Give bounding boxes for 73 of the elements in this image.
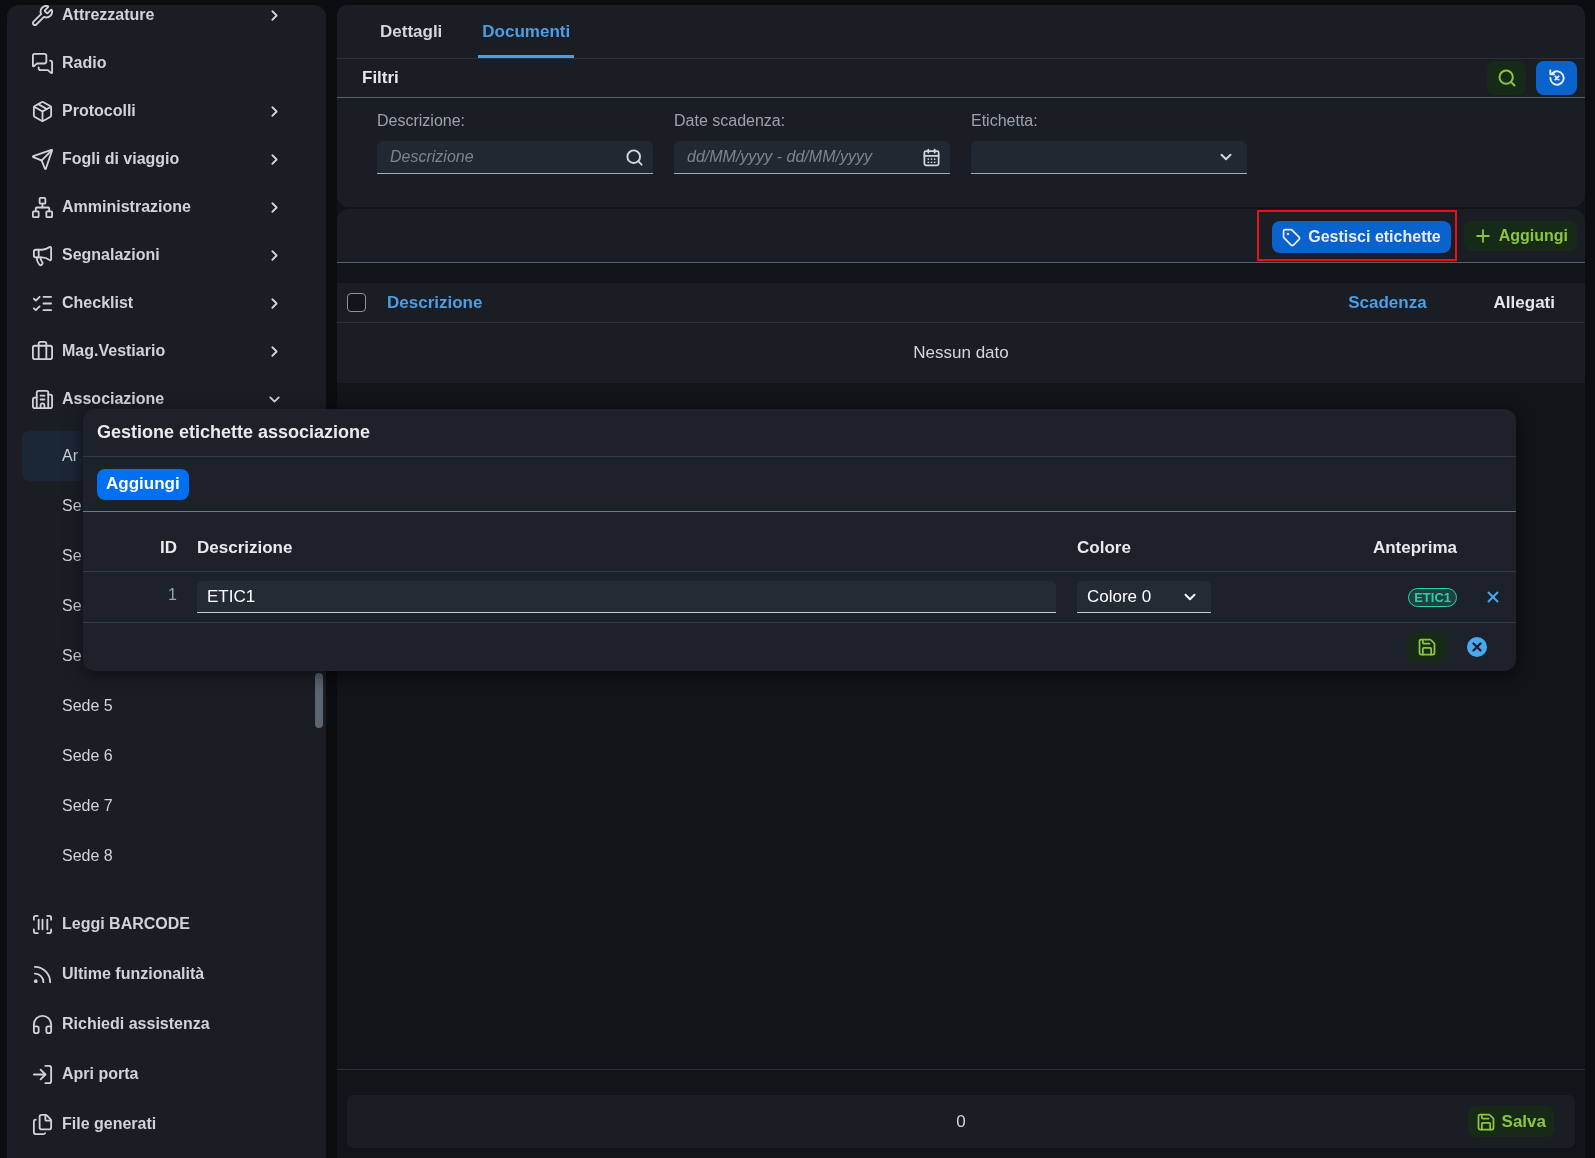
sidebar-item[interactable]: Mag.Vestiario (7, 327, 326, 375)
add-button[interactable]: Aggiungi (1463, 220, 1577, 251)
filters-title: Filtri (362, 67, 399, 90)
building-icon (31, 387, 54, 411)
search-icon (1496, 68, 1517, 88)
sidebar-item[interactable]: Checklist (7, 279, 326, 327)
sidebar-item[interactable]: File generati (7, 1099, 326, 1149)
hierarchy-icon (31, 195, 54, 219)
package-icon (31, 99, 54, 123)
search-field[interactable]: Descrizione (377, 141, 653, 174)
search-button[interactable] (1487, 61, 1526, 95)
column-header: Allegati (1493, 291, 1555, 314)
reset-icon (1546, 68, 1567, 88)
sidebar-item[interactable]: Leggi BARCODE (7, 899, 326, 949)
cancel-icon[interactable] (1467, 637, 1487, 657)
count-label: 0 (956, 1110, 966, 1133)
sidebar-subitem[interactable]: Se (22, 581, 83, 631)
manage-labels-button[interactable]: Gestisci etichette (1272, 221, 1451, 253)
sidebar-subitem[interactable]: Se (22, 531, 83, 581)
scrollbar-thumb[interactable] (315, 673, 323, 728)
reset-button[interactable] (1536, 61, 1577, 95)
column-header[interactable]: Descrizione (387, 289, 483, 316)
sidebar-item[interactable]: Segnalazioni (7, 231, 326, 279)
checkbox[interactable] (347, 293, 366, 312)
megaphone-icon (31, 243, 54, 267)
sidebar-item[interactable]: Associazione (7, 375, 326, 423)
sidebar-item[interactable]: Attrezzature (7, 5, 326, 39)
sidebar-item[interactable]: Ultime funzionalità (7, 949, 326, 999)
column-header: ID (159, 536, 177, 559)
tag-preview: ETIC1 (1408, 587, 1457, 607)
calendar-icon (922, 148, 941, 167)
sidebar-item[interactable]: Protocolli (7, 87, 326, 135)
field-label: Descrizione: (377, 111, 467, 131)
description-input[interactable]: ETIC1 (197, 581, 1056, 613)
column-header: Descrizione (197, 536, 294, 559)
tab[interactable]: Dettagli (376, 5, 447, 58)
headset-icon (31, 1012, 54, 1036)
sidebar-item[interactable]: Fogli di viaggio (7, 135, 326, 183)
sidebar-subitem[interactable]: Sede 5 (22, 681, 113, 731)
chat-bubbles-icon (31, 51, 54, 75)
empty-message: Nessun dato (913, 342, 1009, 365)
wrench-icon (31, 5, 54, 27)
add-button[interactable]: Aggiungi (97, 468, 189, 500)
tag-icon (1282, 227, 1302, 247)
sidebar-subitem[interactable]: Se (22, 481, 83, 531)
label-select[interactable] (971, 141, 1247, 174)
barcode-scan-icon (31, 912, 54, 936)
sidebar-item[interactable]: Amministrazione (7, 183, 326, 231)
column-header: Anteprima (1371, 536, 1457, 559)
sidebar-subitem[interactable]: Sede 8 (22, 831, 113, 881)
color-select[interactable]: Colore 0 (1077, 581, 1211, 613)
date-range-field[interactable]: dd/MM/yyyy - dd/MM/yyyy (674, 141, 950, 174)
search-icon (625, 148, 644, 167)
column-header[interactable]: Scadenza (1348, 289, 1427, 316)
sidebar-subitem[interactable]: Ar (22, 431, 83, 481)
sidebar-subitem[interactable]: Sede 6 (22, 731, 113, 781)
dialog-title: Gestione etichette associazione (97, 421, 371, 444)
field-label: Date scadenza: (674, 111, 787, 131)
close-icon[interactable] (1484, 588, 1502, 606)
briefcase-icon (31, 339, 54, 363)
sidebar-item[interactable]: Richiedi assistenza (7, 999, 326, 1049)
sidebar-subitem[interactable]: Sede 7 (22, 781, 113, 831)
paper-plane-icon (31, 147, 54, 171)
save-button[interactable]: Salva (1467, 1106, 1554, 1137)
enter-arrow-icon (31, 1062, 54, 1086)
column-header: Colore (1077, 536, 1132, 559)
sidebar-item[interactable]: Radio (7, 39, 326, 87)
id-cell-text: 1 (167, 585, 177, 605)
save-button[interactable] (1407, 631, 1447, 663)
sidebar-item[interactable]: Apri porta (7, 1049, 326, 1099)
files-icon (31, 1112, 54, 1136)
field-label: Etichetta: (971, 111, 1039, 131)
sidebar-subitem[interactable]: Se (22, 631, 83, 681)
